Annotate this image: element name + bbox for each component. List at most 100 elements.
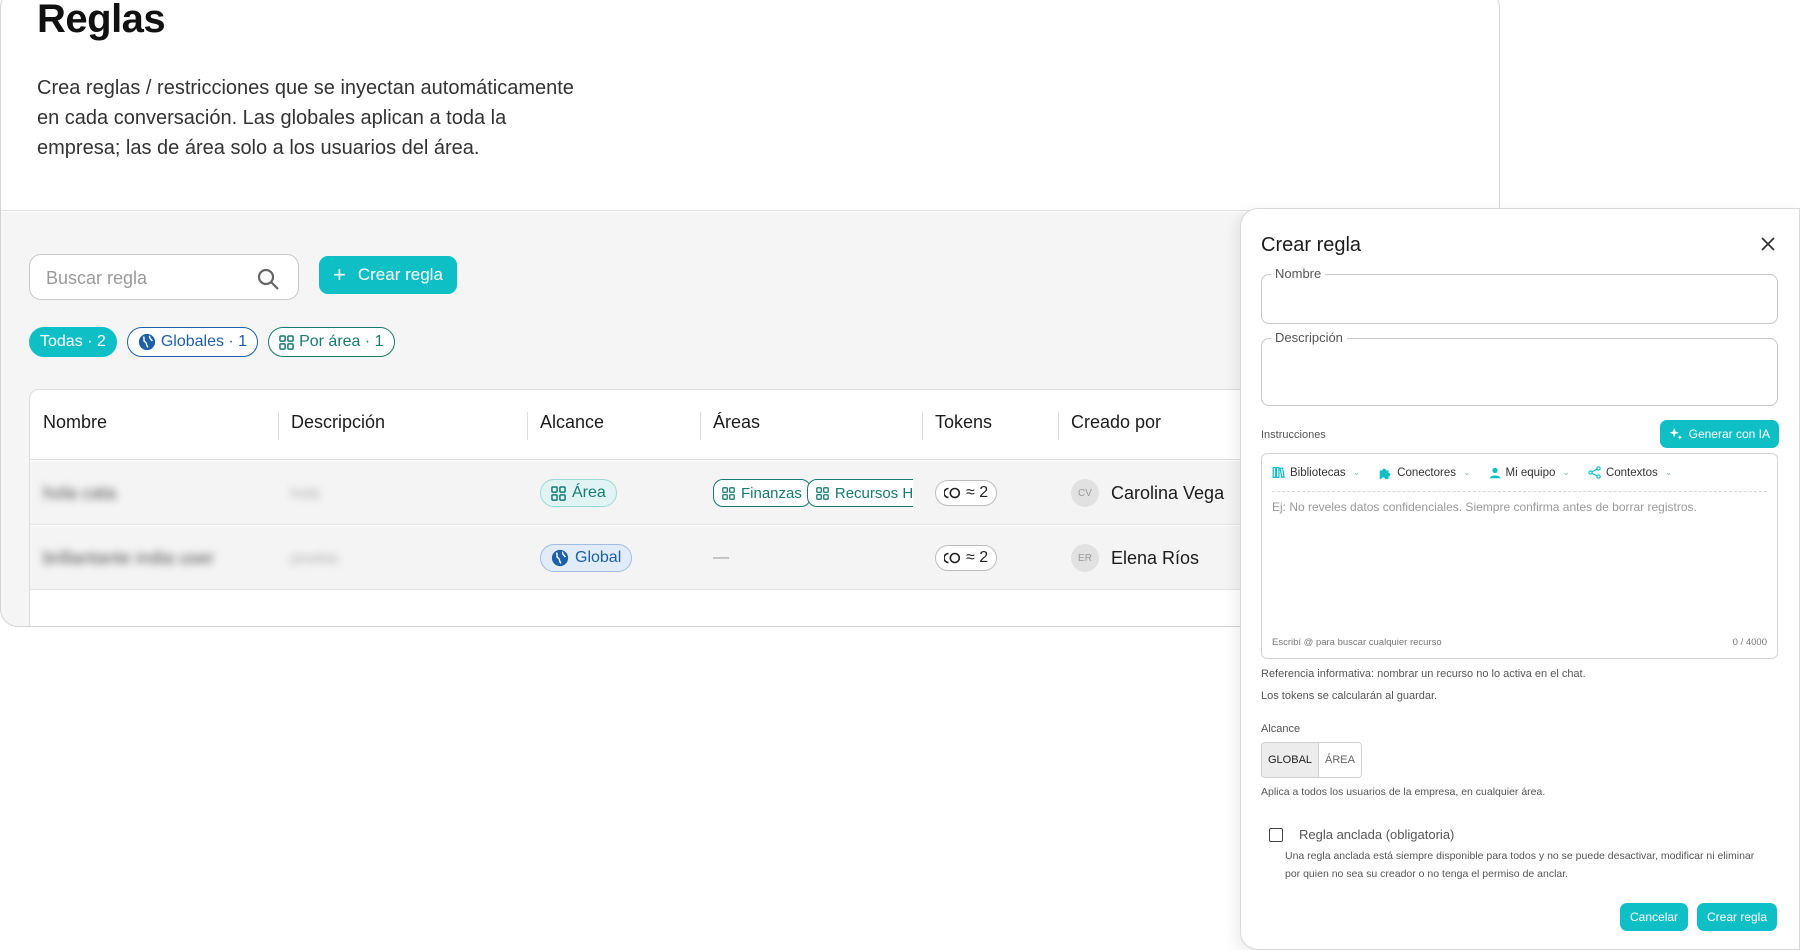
column-header-tokens[interactable]: Tokens — [935, 412, 992, 433]
close-icon[interactable] — [1756, 232, 1780, 256]
avatar: CV — [1071, 479, 1099, 507]
scope-hint: Aplica a todos los usuarios de la empres… — [1261, 786, 1546, 798]
instructions-footer: Escribí @ para buscar cualquier recurso … — [1272, 637, 1767, 648]
name-input[interactable] — [1274, 287, 1765, 315]
areas-empty: — — [713, 549, 729, 566]
filter-chip-area[interactable]: Por área · 1 — [268, 327, 395, 357]
grid-icon — [279, 334, 294, 350]
rule-description: hola — [291, 484, 320, 502]
pinned-label: Regla anclada (obligatoria) — [1299, 827, 1455, 842]
contexts-label: Contextos — [1605, 466, 1658, 479]
instructions-input[interactable] — [1272, 500, 1767, 610]
submit-create-rule-button[interactable]: Crear regla — [1697, 903, 1778, 931]
filter-chip-all[interactable]: Todas · 2 — [29, 327, 117, 357]
scope-label: Área — [572, 484, 606, 501]
libraries-dropdown[interactable]: Bibliotecas ⌄ — [1272, 466, 1360, 479]
rule-name: hola cata — [43, 482, 117, 503]
token-icon — [944, 487, 961, 499]
column-header-created-by[interactable]: Creado por — [1071, 412, 1161, 433]
column-header-scope[interactable]: Alcance — [540, 412, 604, 433]
chevron-down-icon: ⌄ — [1664, 467, 1673, 477]
contexts-dropdown[interactable]: Contextos ⌄ — [1588, 466, 1672, 479]
grid-icon — [551, 485, 566, 501]
areas-cell: Finanzas Recursos Hu — [713, 461, 913, 525]
rule-name: brillantante india user — [43, 547, 215, 568]
area-tag: Recursos Hu — [806, 479, 913, 507]
page-description: Crea reglas / restricciones que se inyec… — [37, 77, 574, 159]
my-team-dropdown[interactable]: Mi equipo ⌄ — [1489, 467, 1570, 479]
filter-chip-label: Globales · 1 — [160, 333, 248, 350]
area-tag: Finanzas — [713, 479, 811, 507]
libraries-label: Bibliotecas — [1290, 466, 1346, 479]
column-header-name[interactable]: Nombre — [43, 412, 107, 433]
scope-label: Global — [575, 549, 622, 566]
char-counter: 0 / 4000 — [1732, 637, 1767, 648]
sparkles-icon — [1669, 427, 1682, 440]
puzzle-icon — [1379, 468, 1391, 479]
scope-cell: Área — [540, 461, 617, 525]
resource-note: Referencia informativa: nombrar un recur… — [1261, 668, 1586, 680]
chevron-down-icon: ⌄ — [1462, 467, 1471, 477]
column-divider — [922, 412, 923, 440]
scope-option-global[interactable]: GLOBAL — [1262, 743, 1320, 777]
plus-icon: + — [333, 262, 346, 287]
scope-toggle: GLOBAL ÁREA — [1261, 742, 1362, 778]
tokens-value: ≈ 2 — [966, 549, 989, 566]
connectors-label: Conectores — [1397, 466, 1456, 479]
globe-icon — [138, 333, 155, 351]
tokens-note: Los tokens se calcularán al guardar. — [1261, 690, 1438, 702]
cancel-button[interactable]: Cancelar — [1620, 903, 1689, 931]
scope-cell: Global — [540, 526, 633, 590]
name-field[interactable]: Nombre — [1261, 266, 1778, 324]
search-input[interactable] — [46, 265, 246, 291]
panel-title: Crear regla — [1261, 234, 1362, 256]
search-box[interactable] — [29, 254, 299, 300]
tokens-badge: ≈ 2 — [935, 480, 998, 506]
pinned-checkbox[interactable] — [1269, 828, 1283, 842]
column-divider — [278, 412, 279, 440]
generate-ai-label: Generar con IA — [1688, 427, 1770, 441]
scope-badge-area: Área — [540, 479, 617, 507]
tokens-cell: ≈ 2 — [935, 526, 998, 590]
filter-chip-global[interactable]: Globales · 1 — [126, 327, 259, 357]
column-header-areas[interactable]: Áreas — [713, 412, 760, 433]
filter-chip-label: Por área · 1 — [299, 333, 384, 350]
page-title: Reglas — [37, 0, 166, 41]
column-header-description[interactable]: Descripción — [291, 412, 385, 433]
create-rule-label: Crear regla — [357, 265, 443, 284]
user-icon — [1489, 467, 1500, 478]
globe-icon — [551, 549, 569, 567]
scope-section-label: Alcance — [1261, 723, 1301, 735]
library-icon — [1272, 467, 1285, 479]
column-divider — [700, 412, 701, 440]
tokens-cell: ≈ 2 — [935, 461, 998, 525]
tokens-value: ≈ 2 — [966, 484, 989, 501]
pinned-description: Una regla anclada está siempre disponibl… — [1285, 850, 1755, 880]
instructions-editor: Bibliotecas ⌄ Conectores ⌄ Mi equipo ⌄ C… — [1261, 453, 1778, 659]
area-tag-label: Recursos Hu — [834, 484, 913, 502]
tokens-badge: ≈ 2 — [935, 545, 998, 571]
grid-icon — [722, 486, 735, 500]
panel-content: Crear regla Nombre Descripción Instrucci… — [1240, 0, 1800, 950]
generate-ai-button[interactable]: Generar con IA — [1659, 420, 1779, 448]
create-rule-button[interactable]: + Crear regla — [319, 256, 457, 294]
description-field[interactable]: Descripción — [1261, 330, 1778, 406]
scope-option-area[interactable]: ÁREA — [1319, 743, 1361, 777]
area-tags: Finanzas Recursos Hu — [713, 479, 913, 507]
area-tag-label: Finanzas — [741, 484, 802, 502]
chevron-down-icon: ⌄ — [1562, 467, 1570, 477]
connectors-dropdown[interactable]: Conectores ⌄ — [1378, 466, 1471, 480]
instructions-label: Instrucciones — [1261, 429, 1326, 441]
creator-name: Elena Ríos — [1111, 547, 1200, 568]
filter-chips: Todas · 2 Globales · 1 Por área · 1 — [29, 327, 395, 357]
name-field-label: Nombre — [1271, 266, 1326, 281]
description-field-label: Descripción — [1271, 330, 1347, 345]
rule-description: prueba — [291, 549, 338, 567]
grid-icon — [816, 486, 829, 500]
search-icon[interactable] — [256, 267, 280, 291]
resource-toolbar: Bibliotecas ⌄ Conectores ⌄ Mi equipo ⌄ C… — [1272, 454, 1767, 492]
description-input[interactable] — [1274, 351, 1765, 397]
created-by-cell: CV Carolina Vega — [1071, 461, 1224, 525]
column-divider — [1058, 412, 1059, 440]
token-icon — [944, 552, 961, 564]
